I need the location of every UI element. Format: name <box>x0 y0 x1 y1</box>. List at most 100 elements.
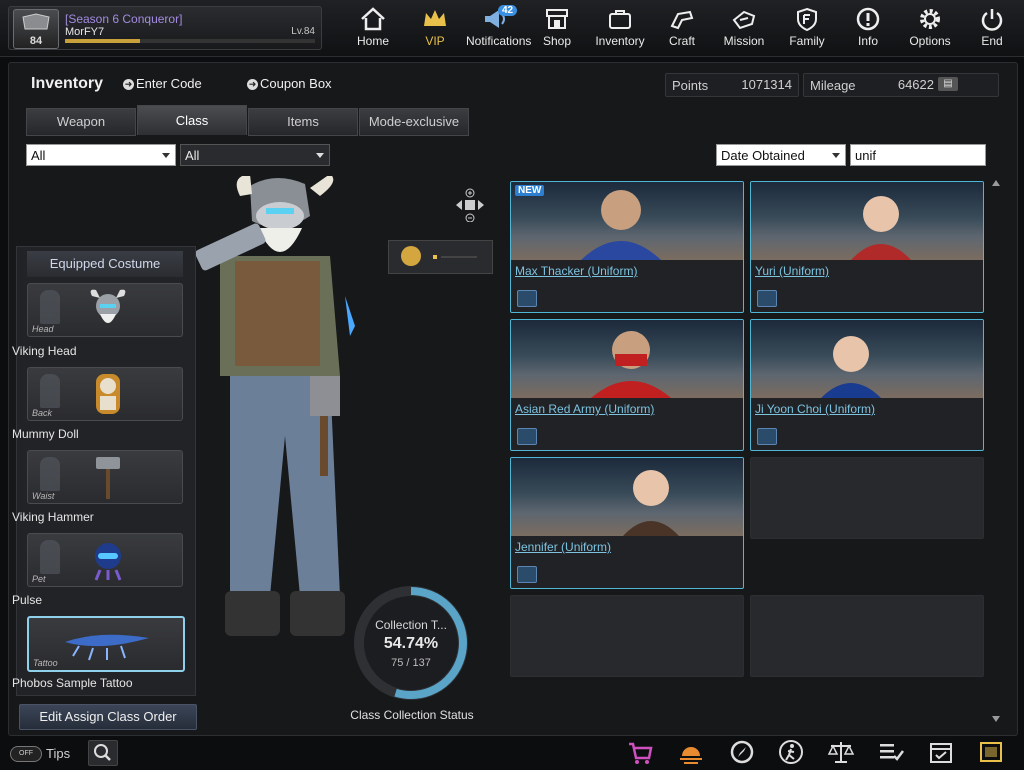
slot-silhouette-icon <box>40 374 60 408</box>
cart-icon[interactable] <box>625 738 655 766</box>
level-label: Lv.84 <box>291 26 315 37</box>
coupon-box-button[interactable]: ➜ Coupon Box <box>247 76 332 91</box>
equip-slot-waist[interactable]: Waist <box>27 450 183 504</box>
mileage-display: Mileage 64622 ▤ <box>803 73 999 97</box>
scroll-down-arrow-icon[interactable] <box>992 716 1000 722</box>
slot-name: Pulse <box>12 593 43 607</box>
mission-icon <box>732 10 756 30</box>
equip-slot-pet[interactable]: Pet <box>27 533 183 587</box>
slot-type-label: Waist <box>32 491 55 501</box>
running-man-icon[interactable] <box>776 738 806 766</box>
category-filter-value: All <box>31 148 46 163</box>
slot-name: Mummy Doll <box>12 427 79 441</box>
rotate-move-control-icon[interactable] <box>452 188 488 222</box>
card-name[interactable]: Max Thacker (Uniform) <box>515 264 637 278</box>
mileage-info-icon[interactable]: ▤ <box>938 77 958 91</box>
tab-mode-exclusive[interactable]: Mode-exclusive <box>359 108 469 136</box>
equipped-costume-title: Equipped Costume <box>27 251 183 277</box>
sort-select[interactable]: Date Obtained <box>716 144 846 166</box>
costume-card[interactable]: NEW Max Thacker (Uniform) <box>510 181 744 313</box>
arrow-circle-icon: ➜ <box>123 79 134 90</box>
tab-items[interactable]: Items <box>248 108 358 136</box>
card-image <box>511 458 743 536</box>
new-badge: NEW <box>515 185 545 196</box>
tips-label: Tips <box>46 746 71 761</box>
costume-card[interactable]: Ji Yoon Choi (Uniform) <box>750 319 984 451</box>
unlock-icon[interactable] <box>757 290 777 307</box>
nav-notifications[interactable]: 42 Notifications <box>466 4 532 52</box>
subcategory-filter-value: All <box>185 148 200 163</box>
profile-panel[interactable]: 84 [Season 6 Conqueror] MorFY7 Lv.84 <box>8 6 322 50</box>
briefcase-icon <box>609 10 631 29</box>
slot-type-label: Pet <box>32 574 46 584</box>
nav-inventory[interactable]: Inventory <box>590 4 650 52</box>
collection-count: 75 / 137 <box>391 657 431 669</box>
viking-head-icon <box>90 289 126 323</box>
subcategory-filter-select[interactable]: All <box>180 144 330 166</box>
costume-card[interactable]: Asian Red Army (Uniform) <box>510 319 744 451</box>
balance-scale-icon[interactable] <box>826 738 856 766</box>
xp-bar <box>65 39 315 43</box>
search-button[interactable] <box>88 740 118 766</box>
sunset-event-icon[interactable] <box>676 738 706 766</box>
shop-icon <box>546 9 568 29</box>
card-name[interactable]: Asian Red Army (Uniform) <box>515 402 654 416</box>
avatar-display[interactable] <box>388 240 493 274</box>
unlock-icon[interactable] <box>517 290 537 307</box>
scroll-up-arrow-icon[interactable] <box>992 180 1000 186</box>
film-icon[interactable] <box>976 738 1006 766</box>
slot-silhouette-icon <box>40 540 60 574</box>
search-input[interactable]: unif <box>850 144 986 166</box>
avatar-icon <box>401 246 421 266</box>
equip-slot-back[interactable]: Back <box>27 367 183 421</box>
nav-notifications-label: Notifications <box>466 34 532 48</box>
tab-weapon[interactable]: Weapon <box>26 108 136 136</box>
nav-end[interactable]: End <box>962 4 1022 52</box>
costume-card[interactable]: Jennifer (Uniform) <box>510 457 744 589</box>
empty-card-slot <box>750 595 984 677</box>
avatar-line <box>441 256 477 258</box>
tips-toggle[interactable]: OFF <box>10 746 42 762</box>
nav-family[interactable]: Family <box>777 4 837 52</box>
nav-shop[interactable]: Shop <box>527 4 587 52</box>
rank-number: 84 <box>29 35 43 47</box>
nav-mission-label: Mission <box>723 34 765 48</box>
viking-hammer-icon <box>96 457 120 499</box>
checklist-icon[interactable] <box>876 738 906 766</box>
nav-info-label: Info <box>857 34 878 48</box>
card-image <box>511 182 743 260</box>
search-value: unif <box>855 148 876 163</box>
tab-class[interactable]: Class <box>137 105 247 135</box>
gear-icon <box>920 9 940 29</box>
chevron-down-icon <box>316 153 324 158</box>
nav-vip[interactable]: VIP <box>405 4 465 52</box>
unlock-icon[interactable] <box>757 428 777 445</box>
nav-info[interactable]: Info <box>838 4 898 52</box>
card-name[interactable]: Jennifer (Uniform) <box>515 540 611 554</box>
compass-icon[interactable] <box>727 738 757 766</box>
points-label: Points <box>672 78 709 93</box>
nav-craft[interactable]: Craft <box>652 4 712 52</box>
nav-home[interactable]: Home <box>343 4 403 52</box>
enter-code-button[interactable]: ➜ Enter Code <box>123 76 202 91</box>
search-icon <box>94 744 111 761</box>
calendar-check-icon[interactable] <box>926 738 956 766</box>
equip-slot-tattoo[interactable]: Tattoo <box>27 616 185 672</box>
slot-name: Viking Hammer <box>12 510 94 524</box>
nav-mission[interactable]: Mission <box>714 4 774 52</box>
nav-options[interactable]: Options <box>900 4 960 52</box>
card-name[interactable]: Yuri (Uniform) <box>755 264 829 278</box>
card-name[interactable]: Ji Yoon Choi (Uniform) <box>755 402 875 416</box>
mummy-doll-icon <box>96 374 120 414</box>
costume-card[interactable]: Yuri (Uniform) <box>750 181 984 313</box>
nav-home-label: Home <box>356 34 389 48</box>
unlock-icon[interactable] <box>517 428 537 445</box>
character-model[interactable] <box>180 176 370 666</box>
page-title: Inventory <box>31 75 104 92</box>
equip-slot-head[interactable]: Head <box>27 283 183 337</box>
edit-assign-class-order-button[interactable]: Edit Assign Class Order <box>19 704 197 730</box>
avatar-dot <box>433 255 437 259</box>
category-filter-select[interactable]: All <box>26 144 176 166</box>
chevron-down-icon <box>162 153 170 158</box>
unlock-icon[interactable] <box>517 566 537 583</box>
